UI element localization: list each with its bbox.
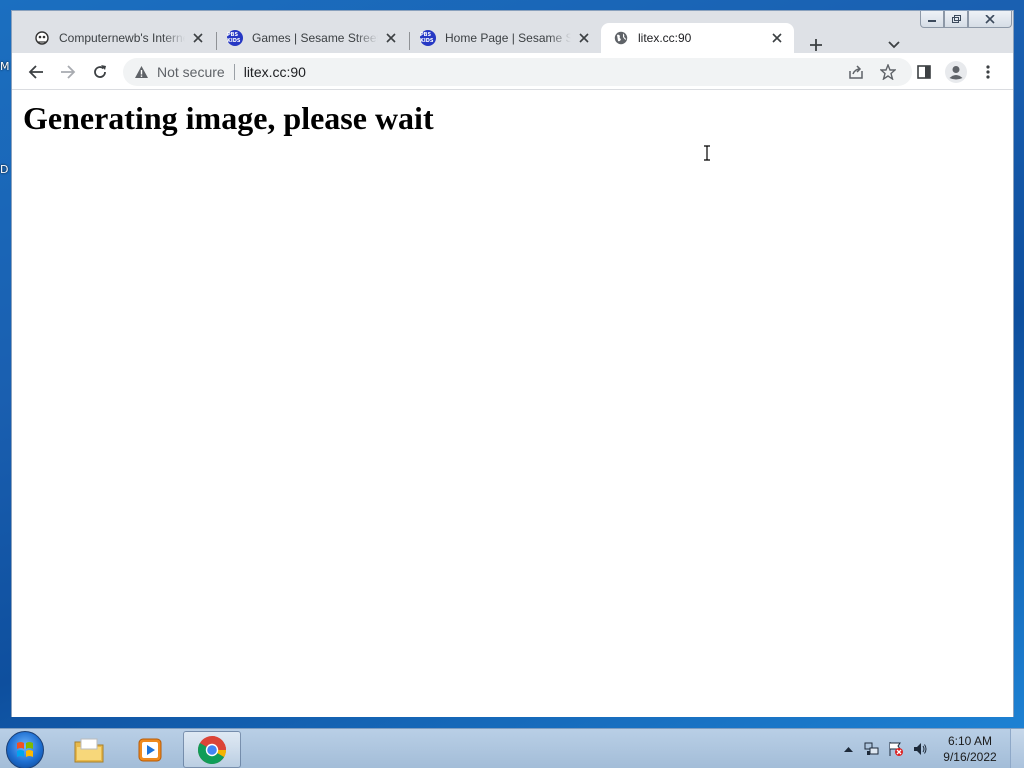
action-center-icon[interactable] (884, 737, 908, 761)
media-player-icon (138, 738, 162, 761)
pbs-kids-favicon: PBS KIDS (420, 30, 436, 46)
clock-time: 6:10 AM (947, 734, 993, 748)
network-icon[interactable] (860, 737, 884, 761)
system-tray: 6:10 AM 9/16/2022 (836, 729, 1024, 768)
omnibox-divider (233, 64, 235, 80)
reload-icon (94, 65, 106, 78)
taskbar: 6:10 AM 9/16/2022 (0, 728, 1024, 768)
browser-window: Computernewb's Internet PBS KIDS Games |… (11, 10, 1014, 717)
bookmark-button[interactable] (872, 58, 904, 86)
share-button[interactable] (840, 58, 872, 86)
show-hidden-icons-button[interactable] (836, 737, 860, 761)
tab-title: Games | Sesame Street | PBS KIDS (252, 31, 378, 45)
pbs-kids-favicon: PBS KIDS (227, 30, 243, 46)
omnibox-actions (840, 58, 904, 86)
tab-close-button[interactable] (189, 29, 207, 47)
tab-close-button[interactable] (575, 29, 593, 47)
side-panel-icon (917, 65, 931, 79)
arrow-left-icon (28, 65, 43, 79)
chevron-down-icon (888, 41, 900, 49)
more-vert-icon (986, 65, 990, 79)
desktop-icon-label: M (0, 60, 10, 73)
taskbar-file-explorer[interactable] (60, 731, 118, 768)
windows-logo-icon (17, 742, 33, 757)
menu-button[interactable] (974, 58, 1002, 86)
tab-computernewb[interactable]: Computernewb's Internet (22, 23, 215, 53)
globe-icon (613, 30, 629, 46)
show-desktop-button[interactable] (1010, 729, 1024, 768)
page-content: Generating image, please wait (12, 90, 1013, 717)
tab-title: Computernewb's Internet (59, 31, 185, 45)
tab-close-button[interactable] (768, 29, 786, 47)
tab-games-sesame-street[interactable]: PBS KIDS Games | Sesame Street | PBS KID… (215, 23, 408, 53)
tab-home-sesame-street[interactable]: PBS KIDS Home Page | Sesame Street (408, 23, 601, 53)
address-bar[interactable]: Not secure litex.cc:90 (123, 58, 912, 86)
close-icon (193, 33, 203, 43)
computernewb-favicon (34, 30, 50, 46)
close-icon (772, 33, 782, 43)
tab-strip: Computernewb's Internet PBS KIDS Games |… (12, 19, 1013, 53)
security-status-label[interactable]: Not secure (157, 64, 225, 80)
back-button[interactable] (22, 58, 50, 86)
url-text[interactable]: litex.cc:90 (244, 64, 306, 80)
tab-title: Home Page | Sesame Street (445, 31, 571, 45)
profile-button[interactable] (942, 58, 970, 86)
tab-title: litex.cc:90 (638, 31, 692, 45)
desktop-icon-label: D (0, 163, 9, 176)
start-button[interactable] (6, 731, 44, 768)
close-icon (386, 33, 396, 43)
side-panel-button[interactable] (910, 58, 938, 86)
taskbar-clock[interactable]: 6:10 AM 9/16/2022 (934, 733, 1006, 765)
star-icon (880, 64, 896, 80)
browser-toolbar: Not secure litex.cc:90 (12, 53, 1013, 90)
text-cursor-icon (703, 145, 711, 165)
chevron-up-icon (843, 747, 853, 752)
page-heading: Generating image, please wait (23, 100, 434, 136)
clock-date: 9/16/2022 (943, 750, 997, 764)
plus-icon (810, 39, 822, 51)
chrome-icon (198, 735, 226, 764)
forward-button[interactable] (54, 58, 82, 86)
tab-close-button[interactable] (382, 29, 400, 47)
close-icon (579, 33, 589, 43)
taskbar-media-player[interactable] (121, 731, 179, 768)
warning-icon (133, 64, 149, 80)
avatar-icon (945, 61, 967, 83)
share-icon (849, 65, 863, 79)
taskbar-chrome[interactable] (183, 731, 241, 768)
tab-litex[interactable]: litex.cc:90 (601, 23, 794, 53)
arrow-right-icon (61, 65, 76, 79)
reload-button[interactable] (86, 58, 114, 86)
volume-icon[interactable] (908, 737, 932, 761)
file-explorer-icon (74, 738, 104, 762)
